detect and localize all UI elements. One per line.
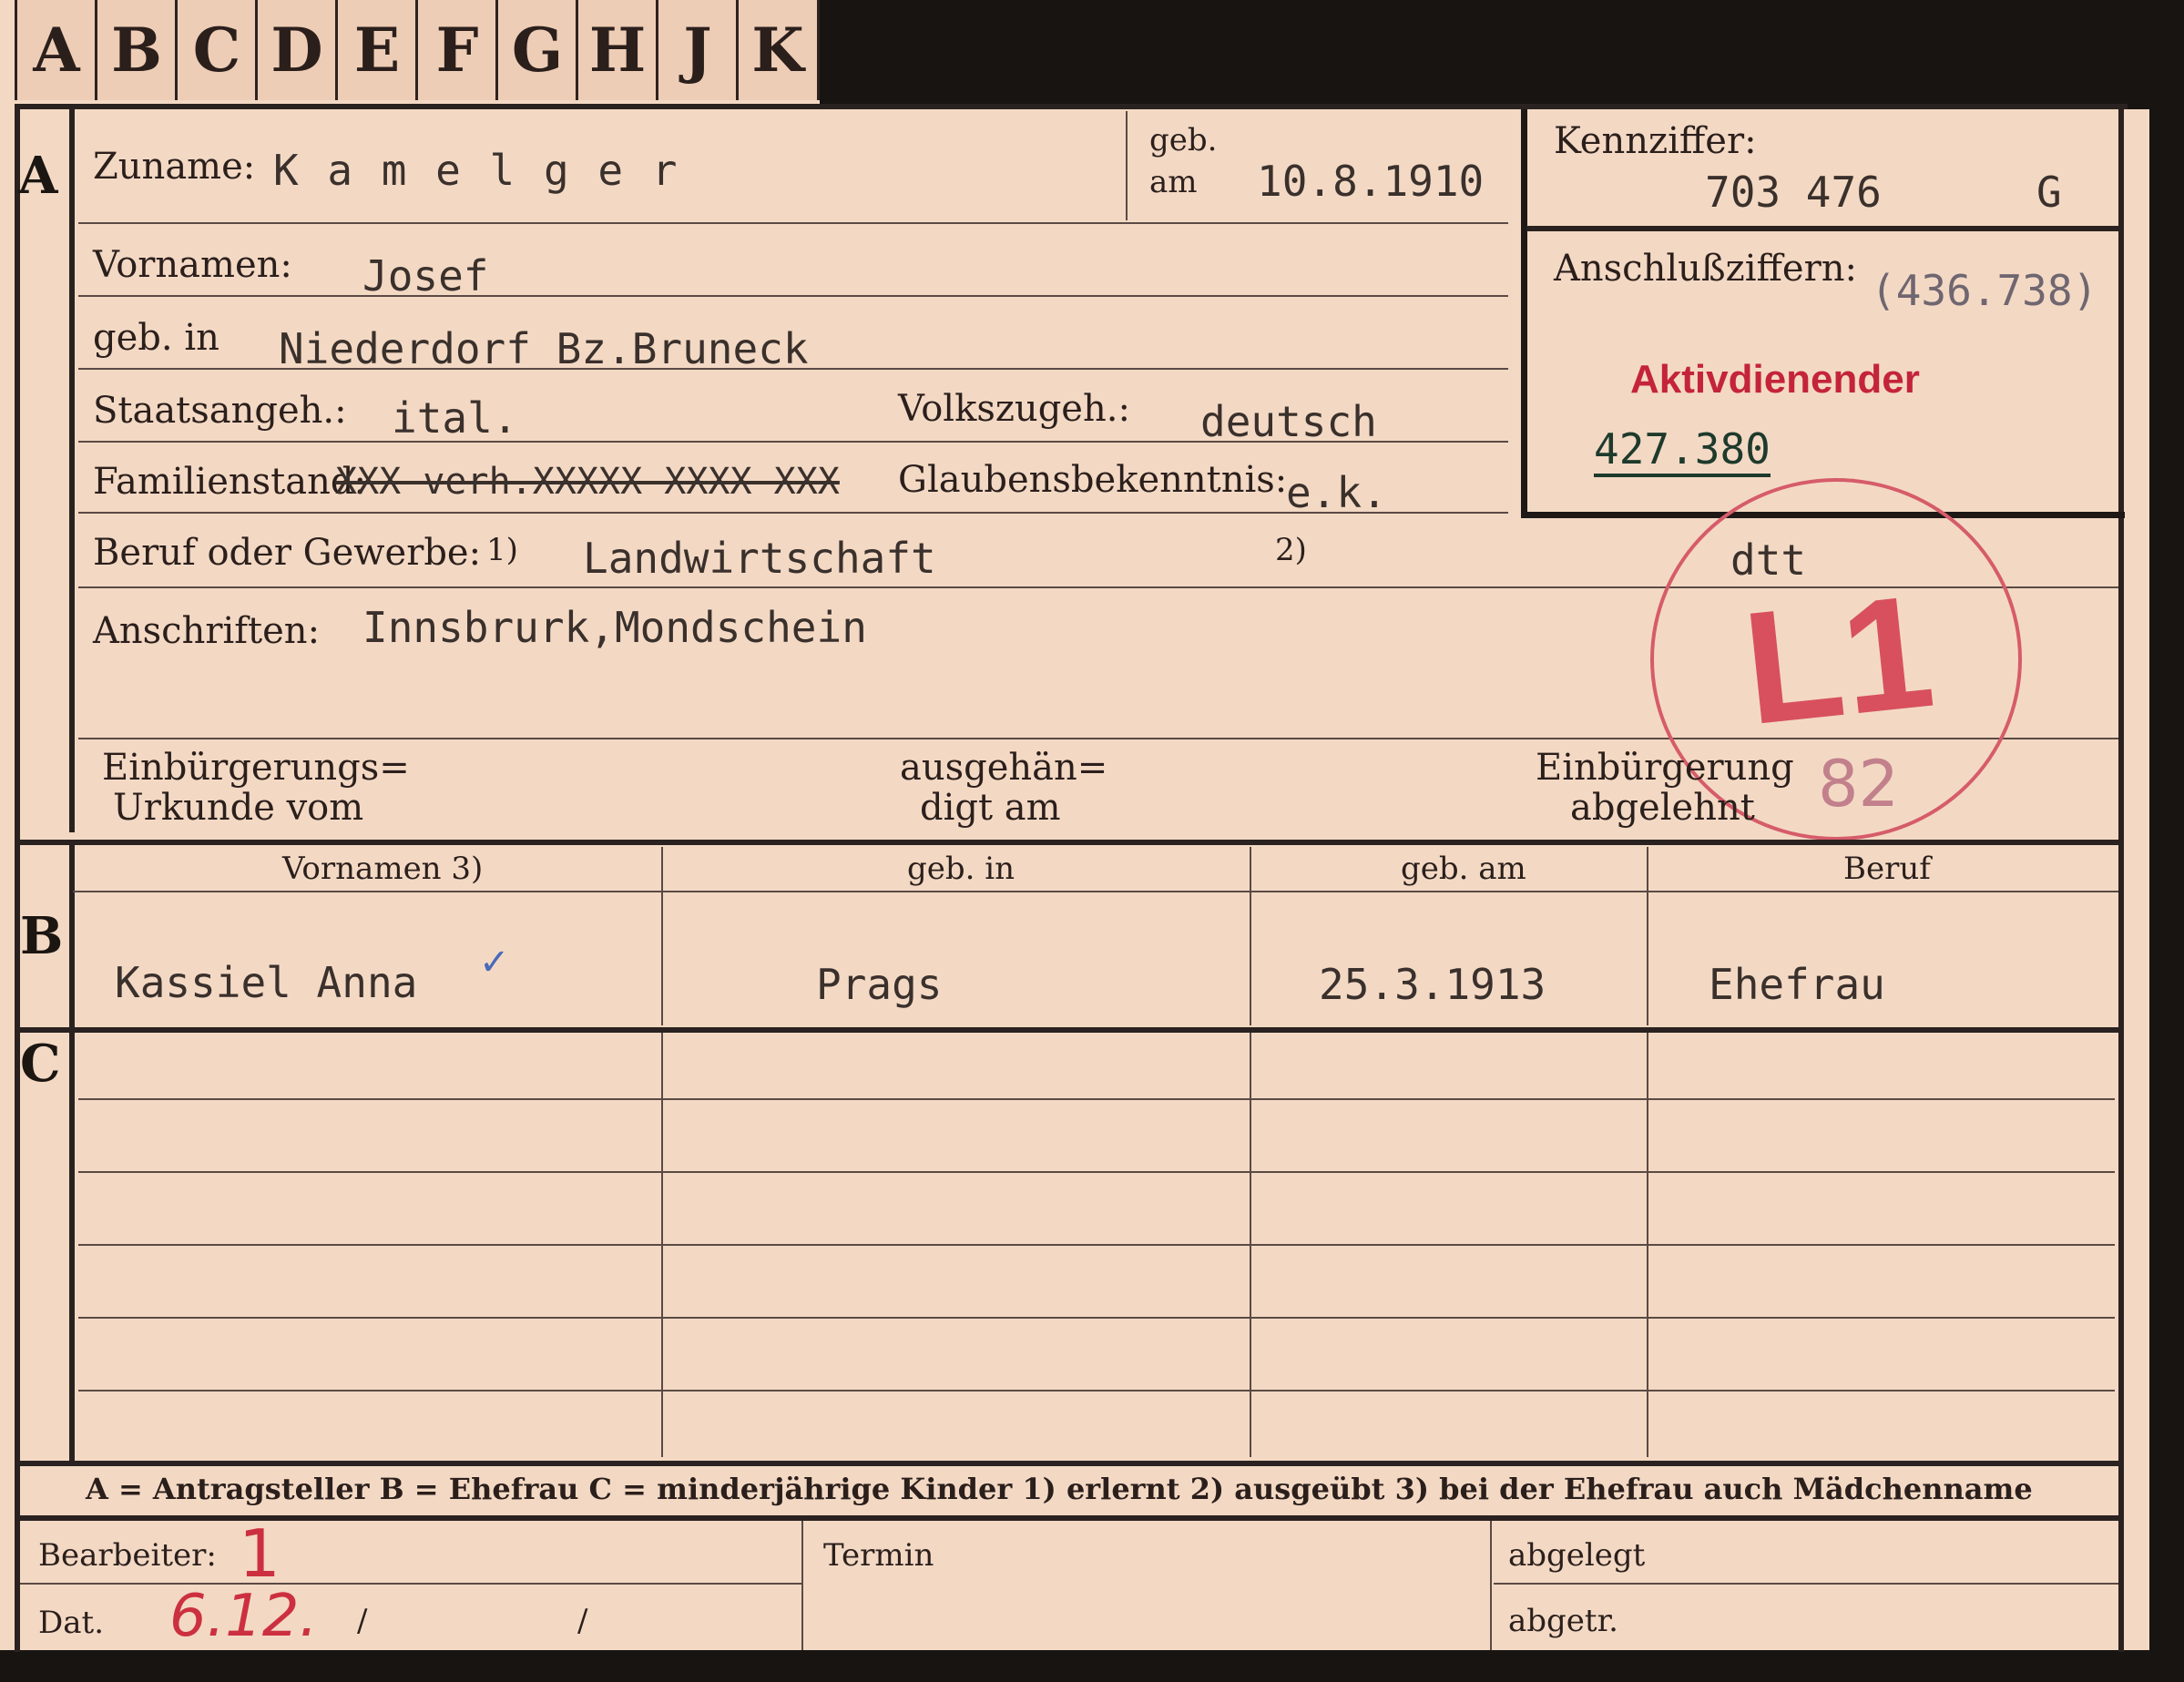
table-b-header-gebin: geb. in (907, 851, 1015, 887)
tab-a: A (15, 0, 98, 100)
table-b-cell-beruf: Ehefrau (1709, 960, 1885, 1009)
tab-g: G (495, 0, 579, 100)
beruf-footnote-1: 1) (486, 532, 518, 568)
anschrift-value: Innsbrurk,Mondschein (362, 603, 867, 652)
section-b-divider (69, 840, 75, 1027)
row-line-vornamen (78, 295, 1508, 297)
dat-slash-1: / (357, 1603, 368, 1639)
table-b-header-beruf: Beruf (1843, 851, 1931, 887)
tab-h: H (576, 0, 659, 100)
beruf-value: Landwirtschaft (583, 534, 936, 583)
gebin-value: Niederdorf Bz.Bruneck (279, 324, 809, 373)
aktivdienender-stamp: Aktivdienender (1630, 357, 1920, 402)
vornamen-label: Vornamen: (93, 244, 292, 286)
anschrift-label: Anschriften: (93, 610, 321, 652)
bearbeiter-hand: 1 (239, 1515, 281, 1592)
legend-top (15, 1461, 2124, 1466)
tab-d: D (255, 0, 339, 100)
scan-border-bottom (0, 1650, 2184, 1682)
staat-value: ital. (392, 393, 518, 443)
glaube-value: e.k. (1286, 468, 1387, 517)
legend-text: A = Antragsteller B = Ehefrau C = minder… (86, 1472, 2033, 1506)
abgelehnt-label-1: Einbürgerung (1536, 747, 1794, 789)
familie-label: Familienstand: (93, 461, 366, 503)
volk-value: deutsch (1200, 397, 1377, 446)
table-b-col-1 (661, 847, 663, 1025)
tab-e: E (335, 0, 419, 100)
section-c-top (15, 1027, 2124, 1033)
ausgehaendigt-label-1: ausgehän= (900, 747, 1108, 789)
footer-line-right (1494, 1583, 2118, 1585)
gebin-label: geb. in (93, 317, 219, 359)
urkunde-label-1: Einbürgerungs= (102, 747, 410, 789)
table-c-row-3 (78, 1244, 2115, 1246)
section-a-letter: A (18, 146, 58, 206)
table-c-row-4 (78, 1317, 2115, 1319)
table-b-cell-gebin: Prags (816, 960, 943, 1009)
section-b-top (15, 840, 2124, 845)
dat-slash-2: / (577, 1603, 588, 1639)
volk-label: Volkszugeh.: (898, 388, 1130, 430)
vornamen-value: Josef (362, 251, 489, 301)
beruf-label: Beruf oder Gewerbe: (93, 532, 482, 574)
table-b-header-line (73, 891, 2118, 892)
table-c-row-1 (78, 1098, 2115, 1100)
anschluss-label: Anschlußziffern: (1554, 248, 1857, 290)
geb-am-value: 10.8.1910 (1257, 157, 1485, 206)
termin-label: Termin (823, 1537, 934, 1574)
zuname-value: K a m e l g e r (273, 146, 679, 195)
geb-label-1: geb. (1149, 122, 1218, 158)
urkunde-label-2: Urkunde vom (113, 787, 364, 829)
kennziffer-number: 427.380 (1594, 424, 1771, 477)
abgelehnt-label-2: abgelehnt (1570, 787, 1755, 829)
table-b-cell-gebam: 25.3.1913 (1319, 960, 1546, 1009)
stamp-number: 82 (1818, 747, 1900, 821)
anschluss-value: (436.738) (1871, 266, 2098, 315)
kennziffer-divider (1526, 226, 2118, 231)
table-c-row-5 (78, 1390, 2115, 1391)
legend-bottom (15, 1515, 2124, 1521)
abgetr-label: abgetr. (1508, 1603, 1618, 1639)
footer-col-1 (801, 1521, 803, 1650)
scan-border-top (820, 0, 2184, 109)
l1-code: L1 (1736, 561, 1942, 759)
section-c-letter: C (20, 1034, 61, 1094)
geb-divider (1126, 111, 1128, 220)
tab-j: J (656, 0, 740, 100)
table-b-header-gebam: geb. am (1401, 851, 1526, 887)
table-b-cell-name: Kassiel Anna (115, 958, 418, 1007)
dat-label: Dat. (38, 1605, 105, 1641)
row-line-zuname (78, 222, 1508, 224)
section-c-divider (69, 1027, 75, 1461)
scan-border-right (2149, 91, 2184, 1682)
kennziffer-suffix: G (2036, 168, 2062, 217)
familie-value: XXX verh.XXXXX XXXX XXX (335, 461, 840, 503)
ausgehaendigt-label-2: digt am (920, 787, 1061, 829)
kennziffer-value: 703 476 (1705, 168, 1882, 217)
tab-f: F (415, 0, 499, 100)
footer-col-2 (1490, 1521, 1492, 1650)
tab-c: C (175, 0, 259, 100)
frame-left (15, 104, 20, 1652)
tab-b: B (95, 0, 179, 100)
beruf-footnote-2: 2) (1275, 532, 1307, 568)
tab-k: K (736, 0, 820, 100)
checkmark-icon: ✓ (479, 942, 510, 984)
footer-line-left (20, 1583, 801, 1585)
table-c-row-2 (78, 1171, 2115, 1173)
section-b-letter: B (20, 906, 64, 966)
kennziffer-label: Kennziffer: (1554, 120, 1757, 162)
table-b-col-2 (1250, 847, 1251, 1025)
table-b-col-3 (1647, 847, 1648, 1025)
dat-hand: 6.12. (169, 1583, 318, 1650)
zuname-label: Zuname: (93, 146, 256, 188)
bearbeiter-label: Bearbeiter: (38, 1537, 217, 1574)
glaube-label: Glaubensbekenntnis: (898, 459, 1288, 501)
table-b-header-vornamen: Vornamen 3) (282, 851, 484, 887)
section-a-divider (69, 104, 75, 832)
staat-label: Staatsangeh.: (93, 390, 347, 432)
geb-label-2: am (1149, 164, 1198, 200)
abgelegt-label: abgelegt (1508, 1537, 1646, 1574)
